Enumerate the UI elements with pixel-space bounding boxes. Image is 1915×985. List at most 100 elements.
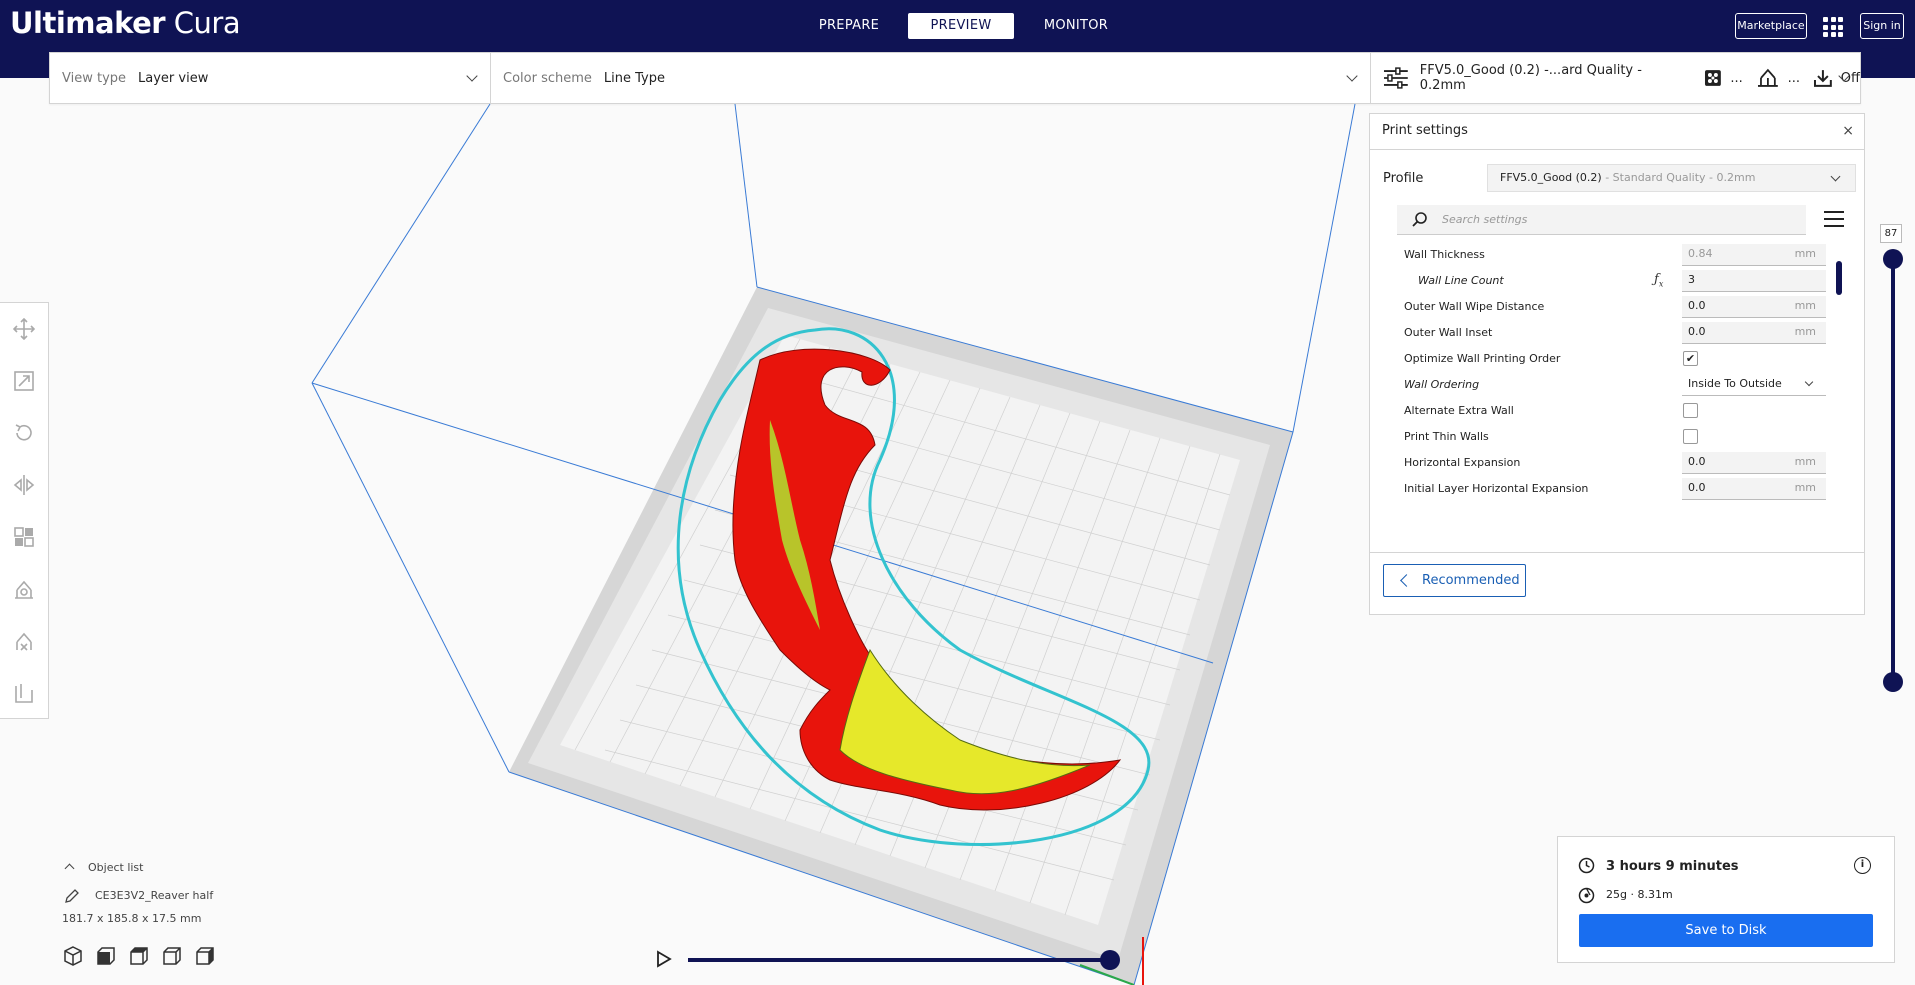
setting-row: Initial Layer Horizontal Expansion 0.0 mm [1370, 476, 1840, 500]
setting-label: Wall Thickness [1404, 248, 1485, 261]
per-model-settings-tool[interactable] [0, 511, 48, 563]
layer-slider-track[interactable] [1891, 259, 1895, 682]
setting-value: 3 [1688, 273, 1695, 286]
mirror-icon [13, 475, 35, 495]
object-list-header[interactable]: Object list [88, 861, 143, 874]
cutting-tool[interactable] [0, 667, 48, 719]
setting-row: Print Thin Walls [1370, 424, 1840, 450]
spool-icon [1578, 887, 1595, 904]
current-layer-number[interactable]: 87 [1880, 224, 1902, 243]
setting-value: Inside To Outside [1688, 377, 1782, 390]
tab-preview[interactable]: PREVIEW [908, 13, 1014, 39]
wall-thickness-field[interactable]: 0.84 mm [1682, 244, 1826, 266]
setting-label: Print Thin Walls [1404, 430, 1489, 443]
recommended-label: Recommended [1422, 573, 1520, 588]
per-model-settings-icon [14, 527, 34, 547]
marketplace-button[interactable]: Marketplace [1735, 13, 1807, 39]
close-icon[interactable]: × [1842, 123, 1854, 139]
search-settings-input[interactable]: Search settings [1397, 205, 1806, 235]
setting-row: Wall Line Count ƒx 3 [1370, 268, 1840, 294]
settings-scrollbar[interactable] [1836, 261, 1842, 295]
chevron-down-icon [1804, 377, 1814, 387]
setting-label: Initial Layer Horizontal Expansion [1404, 482, 1589, 495]
outer-wall-inset-field[interactable]: 0.0 mm [1682, 322, 1826, 344]
setting-label: Horizontal Expansion [1404, 456, 1521, 469]
pencil-icon [65, 889, 79, 903]
function-icon[interactable]: ƒx [1654, 272, 1663, 289]
left-tool-panel [0, 302, 49, 719]
divider [1370, 149, 1864, 150]
save-to-disk-button[interactable]: Save to Disk [1579, 914, 1873, 947]
layer-slider-lower-handle[interactable] [1883, 672, 1903, 692]
scale-tool[interactable] [0, 355, 48, 407]
setting-unit: mm [1794, 247, 1816, 260]
setting-row: Horizontal Expansion 0.0 mm [1370, 450, 1840, 476]
rotate-tool[interactable] [0, 407, 48, 459]
rotate-icon [15, 424, 32, 441]
profile-select[interactable]: FFV5.0_Good (0.2) - Standard Quality - 0… [1487, 164, 1856, 192]
setting-value: 0.0 [1688, 455, 1706, 468]
setting-value: 0.84 [1688, 247, 1713, 260]
setting-value: 0.0 [1688, 299, 1706, 312]
view-left-icon[interactable] [161, 945, 183, 967]
print-settings-panel: Print settings × Profile FFV5.0_Good (0.… [1369, 113, 1865, 615]
scale-icon [14, 371, 34, 391]
support-eraser-icon [16, 632, 32, 651]
path-slider-track[interactable] [688, 958, 1110, 962]
outer-wall-wipe-distance-field[interactable]: 0.0 mm [1682, 296, 1826, 318]
chevron-left-icon [1400, 574, 1413, 587]
profile-label: Profile [1383, 171, 1424, 186]
setting-label: Wall Line Count [1418, 274, 1504, 287]
initial-layer-horizontal-expansion-field[interactable]: 0.0 mm [1682, 478, 1826, 500]
setting-row: Outer Wall Wipe Distance 0.0 mm [1370, 294, 1840, 320]
view-3d-icon[interactable] [62, 945, 84, 967]
stage-tabs: PREPARE PREVIEW MONITOR [796, 13, 1138, 39]
chevron-down-icon [1830, 171, 1841, 182]
move-tool[interactable] [0, 303, 48, 355]
support-blocker-tool[interactable] [0, 563, 48, 615]
view-front-icon[interactable] [95, 945, 117, 967]
view-top-icon[interactable] [128, 945, 150, 967]
object-dimensions: 181.7 x 185.8 x 17.5 mm [62, 912, 202, 925]
setting-label: Outer Wall Wipe Distance [1404, 300, 1545, 313]
setting-row: Wall Thickness 0.84 mm [1370, 242, 1840, 268]
camera-view-buttons [62, 945, 216, 967]
horizontal-expansion-field[interactable]: 0.0 mm [1682, 452, 1826, 474]
layer-slider-upper-handle[interactable] [1883, 249, 1903, 269]
view-right-icon[interactable] [194, 945, 216, 967]
optimize-wall-order-checkbox[interactable]: ✔ [1683, 351, 1698, 366]
path-slider-handle[interactable] [1100, 950, 1120, 970]
print-output-panel: 3 hours 9 minutes i 25g · 8.31m Save to … [1557, 836, 1895, 963]
search-placeholder: Search settings [1442, 213, 1528, 226]
play-icon[interactable] [656, 950, 672, 968]
info-icon[interactable]: i [1854, 857, 1871, 874]
setting-unit: mm [1794, 481, 1816, 494]
search-icon [1412, 212, 1427, 227]
setting-value: 0.0 [1688, 325, 1706, 338]
tab-monitor[interactable]: MONITOR [1014, 13, 1138, 39]
mirror-tool[interactable] [0, 459, 48, 511]
tab-prepare[interactable]: PREPARE [796, 13, 902, 39]
profile-value: FFV5.0_Good (0.2) [1500, 171, 1602, 184]
logo-text-light: Cura [165, 6, 241, 40]
print-settings-title: Print settings [1382, 123, 1468, 138]
print-thin-walls-checkbox[interactable] [1683, 429, 1698, 444]
setting-row: Optimize Wall Printing Order ✔ [1370, 346, 1840, 372]
setting-row: Wall Ordering Inside To Outside [1370, 372, 1840, 398]
settings-menu-icon[interactable] [1824, 211, 1844, 229]
support-eraser-tool[interactable] [0, 615, 48, 667]
print-time: 3 hours 9 minutes [1606, 859, 1739, 874]
wall-ordering-select[interactable]: Inside To Outside [1682, 374, 1826, 396]
wall-line-count-field[interactable]: 3 [1682, 270, 1826, 292]
move-icon [13, 318, 35, 340]
setting-label: Optimize Wall Printing Order [1404, 352, 1561, 365]
setting-label: Outer Wall Inset [1404, 326, 1493, 339]
profile-suffix: - Standard Quality - 0.2mm [1601, 171, 1756, 184]
sign-in-button[interactable]: Sign in [1860, 13, 1904, 39]
apps-grid-icon[interactable] [1823, 17, 1843, 37]
object-name[interactable]: CE3E3V2_Reaver half [95, 889, 213, 902]
alternate-extra-wall-checkbox[interactable] [1683, 403, 1698, 418]
recommended-button[interactable]: Recommended [1383, 564, 1526, 597]
logo-text-bold: Ultimaker [10, 6, 166, 40]
setting-unit: mm [1794, 299, 1816, 312]
